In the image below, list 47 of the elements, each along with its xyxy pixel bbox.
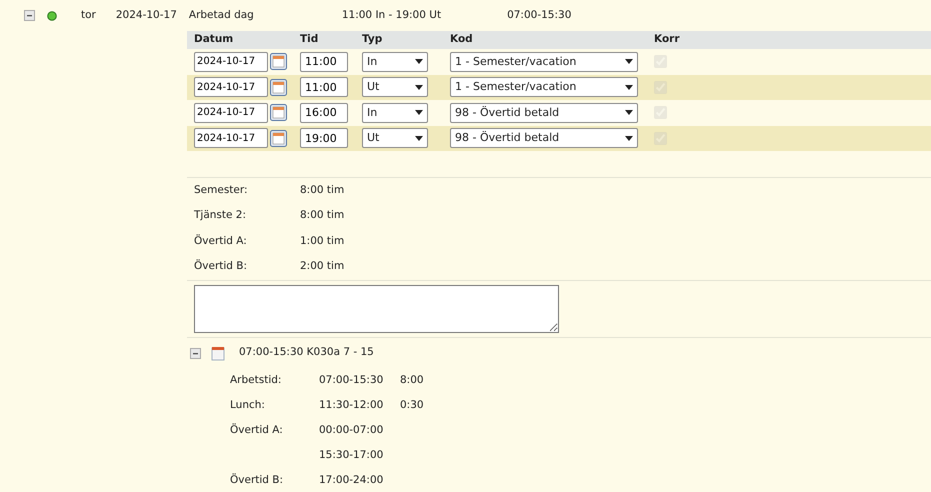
calendar-icon[interactable] (270, 53, 287, 70)
column-header: Kod (450, 33, 473, 46)
hours-text: 8:00 (400, 372, 424, 388)
weekday-text: tor (81, 8, 96, 23)
summary-label: Övertid B: (194, 259, 248, 274)
time-range: 15:30-17:00 (319, 448, 384, 463)
caret-icon (415, 59, 423, 64)
time-range: 17:00-24:00 (319, 472, 384, 488)
time-range: 07:00-15:30 (319, 372, 384, 388)
caret-icon (625, 59, 633, 64)
caret-icon (625, 110, 633, 116)
summary-value: 1:00 tim (300, 234, 344, 249)
summary-label: Semester: (194, 182, 249, 198)
status-dot-icon (47, 10, 57, 20)
stamps-text: 11:00 In - 19:00 Ut (342, 8, 442, 23)
collapse-icon[interactable] (24, 10, 35, 21)
schedule-text: 07:00-15:30 (507, 8, 572, 23)
schedule-label: Övertid A: (230, 422, 284, 438)
schedule-label: Lunch: (230, 398, 266, 413)
column-header: Typ (362, 33, 382, 46)
column-header: Tid (300, 33, 318, 46)
date-text: 2024-10-17 (116, 8, 177, 23)
column-header: Datum (194, 33, 234, 46)
day-type-text: Arbetad dag (188, 8, 254, 23)
calendar-icon[interactable] (270, 78, 287, 96)
caret-icon (625, 136, 633, 141)
hours-text: 0:30 (400, 398, 424, 413)
caret-icon (415, 136, 423, 141)
caret-icon (625, 84, 633, 90)
collapse-icon[interactable] (190, 348, 201, 358)
schedule-label: Arbetstid: (230, 372, 282, 388)
calendar-icon[interactable] (270, 130, 287, 147)
time-range: 00:00-07:00 (319, 422, 384, 438)
calendar-icon (211, 346, 226, 360)
comment-field[interactable] (194, 285, 559, 333)
caret-icon (415, 84, 423, 90)
calendar-icon[interactable] (270, 104, 287, 122)
summary-value: 8:00 tim (300, 208, 344, 224)
summary-value: 2:00 tim (300, 259, 344, 274)
time-range: 11:30-12:00 (319, 398, 384, 413)
summary-value: 8:00 tim (300, 182, 344, 198)
column-header: Korr (654, 33, 680, 46)
caret-icon (415, 110, 423, 116)
schedule-title: 07:00-15:30 K030a 7 - 15 (239, 345, 374, 360)
summary-label: Övertid A: (194, 234, 248, 249)
summary-label: Tjänste 2: (194, 208, 248, 224)
schedule-label: Övertid B: (230, 472, 284, 488)
